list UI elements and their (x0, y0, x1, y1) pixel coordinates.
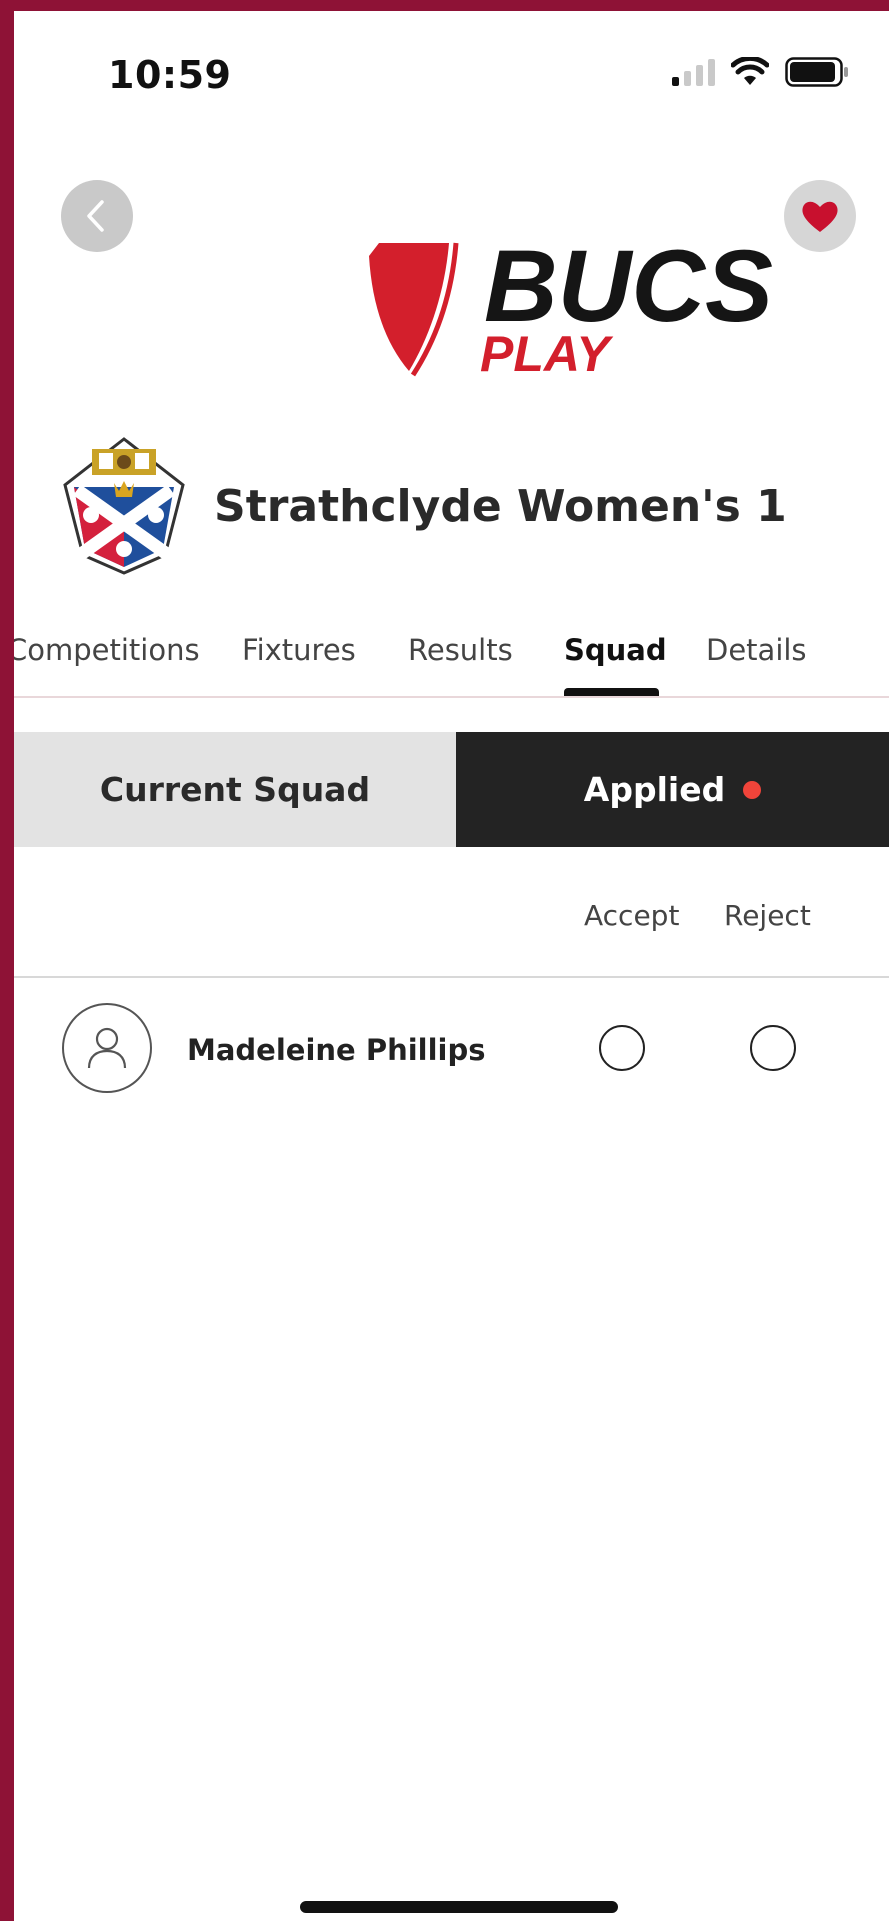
battery-icon (785, 57, 848, 87)
applied-button[interactable]: Applied (456, 732, 889, 847)
favorite-button[interactable] (784, 180, 856, 252)
tab-results[interactable]: Results (408, 633, 513, 667)
accept-radio[interactable] (599, 1025, 645, 1071)
back-button[interactable] (61, 180, 133, 252)
status-icons (672, 57, 849, 87)
player-name: Madeleine Phillips (187, 1033, 486, 1067)
status-time: 10:59 (108, 53, 232, 97)
wifi-icon (731, 57, 769, 85)
team-name: Strathclyde Women's 1 (214, 481, 787, 532)
squad-segment-control: Current Squad Applied (14, 732, 889, 847)
chevron-left-icon (87, 200, 104, 232)
app-screen: 10:59 BUCS PLAY Strathclyde Women's 1 Co… (14, 11, 889, 1921)
reject-radio[interactable] (750, 1025, 796, 1071)
applicants-header: Accept Reject (14, 861, 889, 978)
current-squad-label: Current Squad (99, 770, 371, 809)
home-indicator (300, 1901, 618, 1913)
active-tab-indicator (564, 688, 659, 696)
user-icon (87, 1027, 127, 1069)
applied-label: Applied (583, 770, 726, 809)
tab-details[interactable]: Details (706, 633, 807, 667)
tab-competitions[interactable]: Competitions (14, 633, 200, 667)
reject-column-label: Reject (724, 899, 811, 932)
avatar (62, 1003, 152, 1093)
university-crest (63, 437, 185, 575)
current-squad-button[interactable]: Current Squad (14, 732, 456, 847)
signal-icon (672, 58, 715, 86)
heart-icon (802, 201, 838, 232)
brand-logo-subtext: PLAY (480, 326, 614, 382)
accept-column-label: Accept (584, 899, 680, 932)
tab-fixtures[interactable]: Fixtures (242, 633, 356, 667)
notification-dot (743, 780, 762, 799)
applicant-row: Madeleine Phillips (14, 1001, 889, 1111)
tab-squad[interactable]: Squad (564, 633, 667, 667)
tab-bar: Competitions Fixtures Results Squad Deta… (14, 611, 889, 698)
bucs-play-logo: BUCS PLAY (369, 229, 773, 382)
